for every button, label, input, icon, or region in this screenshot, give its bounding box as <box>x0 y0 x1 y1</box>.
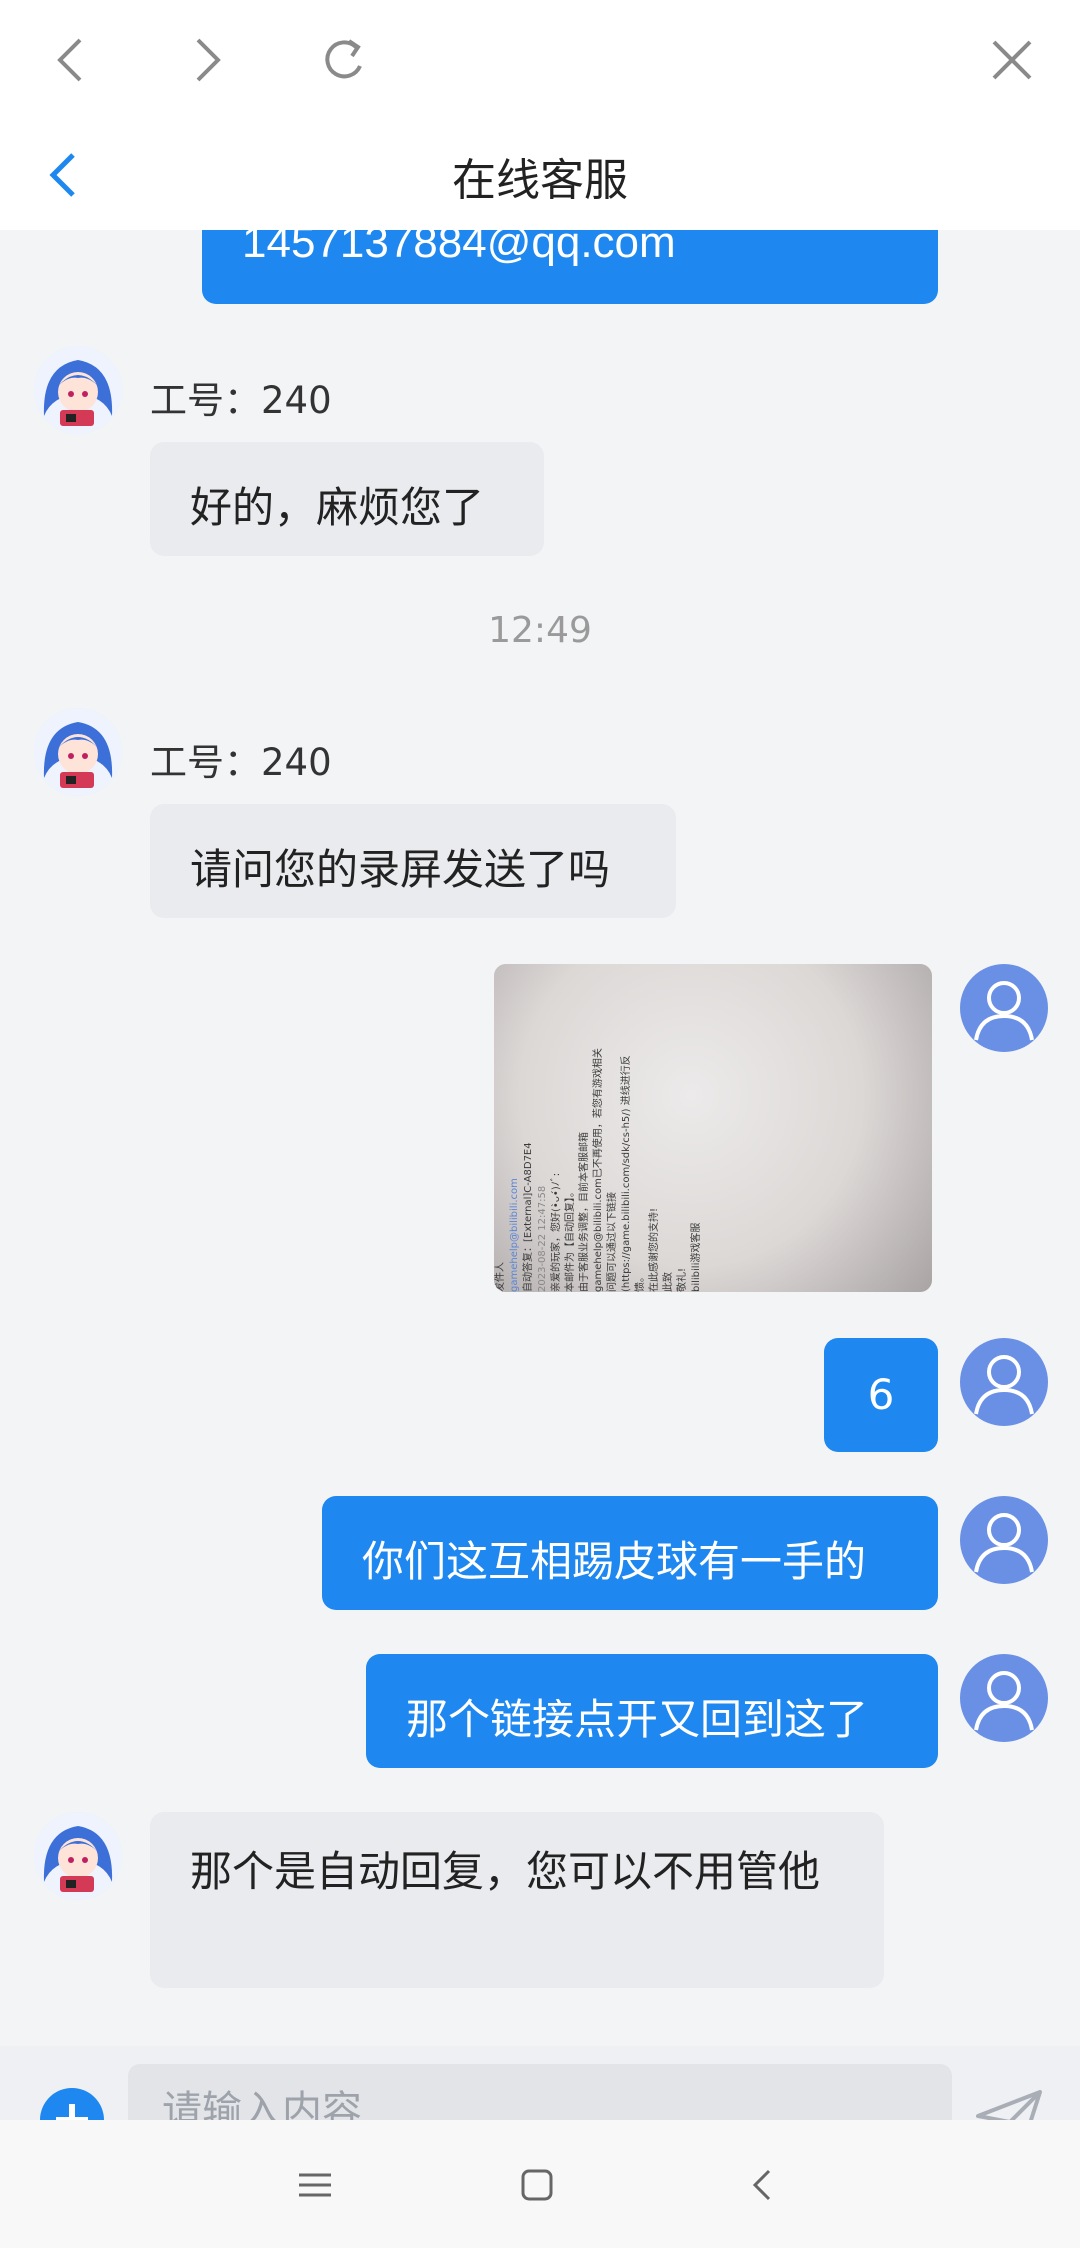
agent-id-label: 工号：240 <box>150 379 332 422</box>
system-nav-bar <box>0 2120 1080 2248</box>
close-icon[interactable] <box>974 22 1050 98</box>
message-text: 那个链接点开又回到这了 <box>406 1695 869 1744</box>
agent-id-label: 工号：240 <box>150 741 332 784</box>
input-bar <box>0 2046 1080 2120</box>
agent-message-bubble[interactable]: 请问您的录屏发送了吗 <box>150 804 676 918</box>
refresh-icon[interactable] <box>308 22 384 98</box>
menu-icon[interactable] <box>280 2150 350 2220</box>
photo-email-text: 发件人 gamehelp@bilibili.com 自动答复：[External… <box>495 1048 702 1292</box>
message-text: 那个是自动回复，您可以不用管他 <box>190 1847 821 1896</box>
message-text: 请问您的录屏发送了吗 <box>190 845 611 894</box>
user-message-bubble[interactable]: 那个链接点开又回到这了 <box>366 1654 938 1768</box>
send-icon[interactable] <box>974 2086 1044 2120</box>
agent-avatar[interactable] <box>34 708 122 796</box>
user-avatar[interactable] <box>960 1338 1048 1426</box>
user-message-bubble[interactable]: 1457137884@qq.com <box>202 230 938 304</box>
message-text: 6 <box>867 1370 895 1419</box>
browser-toolbar <box>0 0 1080 118</box>
message-text: 1457137884@qq.com <box>242 230 676 267</box>
message-text: 你们这互相踢皮球有一手的 <box>362 1537 867 1586</box>
message-input-box[interactable] <box>128 2064 952 2120</box>
plus-circle-icon[interactable] <box>40 2088 104 2120</box>
agent-message-bubble[interactable]: 好的，麻烦您了 <box>150 442 544 556</box>
forward-arrow-icon[interactable] <box>168 22 244 98</box>
message-text: 好的，麻烦您了 <box>190 483 485 532</box>
page-title: 在线客服 <box>452 155 628 206</box>
user-avatar[interactable] <box>960 1496 1048 1584</box>
back-chevron-icon[interactable] <box>728 2150 798 2220</box>
home-square-icon[interactable] <box>502 2150 572 2220</box>
page-header: 在线客服 <box>0 118 1080 230</box>
message-input[interactable] <box>162 2076 922 2120</box>
user-avatar[interactable] <box>960 964 1048 1052</box>
agent-avatar[interactable] <box>34 346 122 434</box>
user-image-message[interactable]: 发件人 gamehelp@bilibili.com 自动答复：[External… <box>494 964 932 1292</box>
agent-message-bubble[interactable]: 那个是自动回复，您可以不用管他 <box>150 1812 884 1988</box>
user-avatar[interactable] <box>960 1654 1048 1742</box>
user-message-bubble[interactable]: 你们这互相踢皮球有一手的 <box>322 1496 938 1610</box>
agent-avatar[interactable] <box>34 1812 122 1900</box>
user-message-bubble[interactable]: 6 <box>824 1338 938 1452</box>
message-timestamp: 12:49 <box>488 610 592 651</box>
back-arrow-icon[interactable] <box>34 22 110 98</box>
chat-area[interactable]: 1457137884@qq.com 工号：240 好的，麻烦您了 12:49 工… <box>0 230 1080 2046</box>
